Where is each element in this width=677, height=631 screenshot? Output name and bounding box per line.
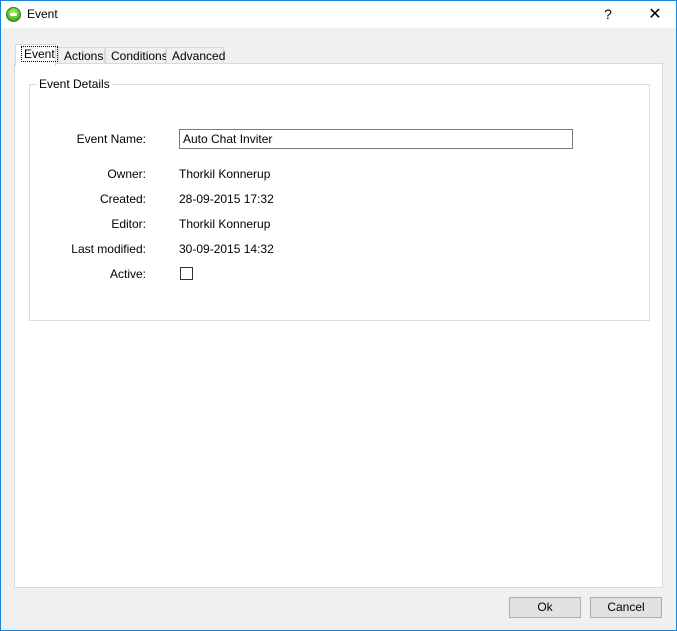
tab-advanced-label: Advanced	[172, 49, 226, 63]
tab-event[interactable]: Event	[15, 44, 58, 66]
tab-event-label: Event	[21, 46, 58, 62]
title-bar[interactable]: Event ? ✕	[1, 1, 676, 28]
owner-label: Owner:	[107, 167, 146, 181]
active-label: Active:	[109, 267, 146, 281]
active-checkbox[interactable]	[180, 267, 193, 280]
app-icon	[6, 7, 21, 22]
editor-label: Editor:	[111, 217, 146, 231]
tab-conditions-label: Conditions	[111, 49, 168, 63]
last-modified-label: Last modified:	[71, 242, 146, 256]
event-details-group: Event Details Event Name: Owner: Thorkil…	[29, 77, 650, 321]
group-title: Event Details	[37, 77, 112, 91]
event-dialog: Event ? ✕ Event Actions Conditions Advan…	[0, 0, 677, 631]
owner-value: Thorkil Konnerup	[179, 167, 271, 181]
event-tab-panel: Event Details Event Name: Owner: Thorkil…	[14, 63, 663, 588]
event-name-label: Event Name:	[76, 132, 146, 146]
event-name-input[interactable]	[179, 129, 573, 149]
window-title: Event	[27, 7, 58, 21]
close-icon[interactable]: ✕	[639, 1, 671, 28]
last-modified-value: 30-09-2015 14:32	[179, 242, 274, 256]
created-label: Created:	[99, 192, 146, 206]
tab-actions-label: Actions	[64, 49, 104, 63]
ok-button[interactable]: Ok	[509, 597, 581, 618]
created-value: 28-09-2015 17:32	[179, 192, 274, 206]
cancel-button[interactable]: Cancel	[590, 597, 662, 618]
help-button[interactable]: ?	[593, 1, 623, 28]
editor-value: Thorkil Konnerup	[179, 217, 271, 231]
